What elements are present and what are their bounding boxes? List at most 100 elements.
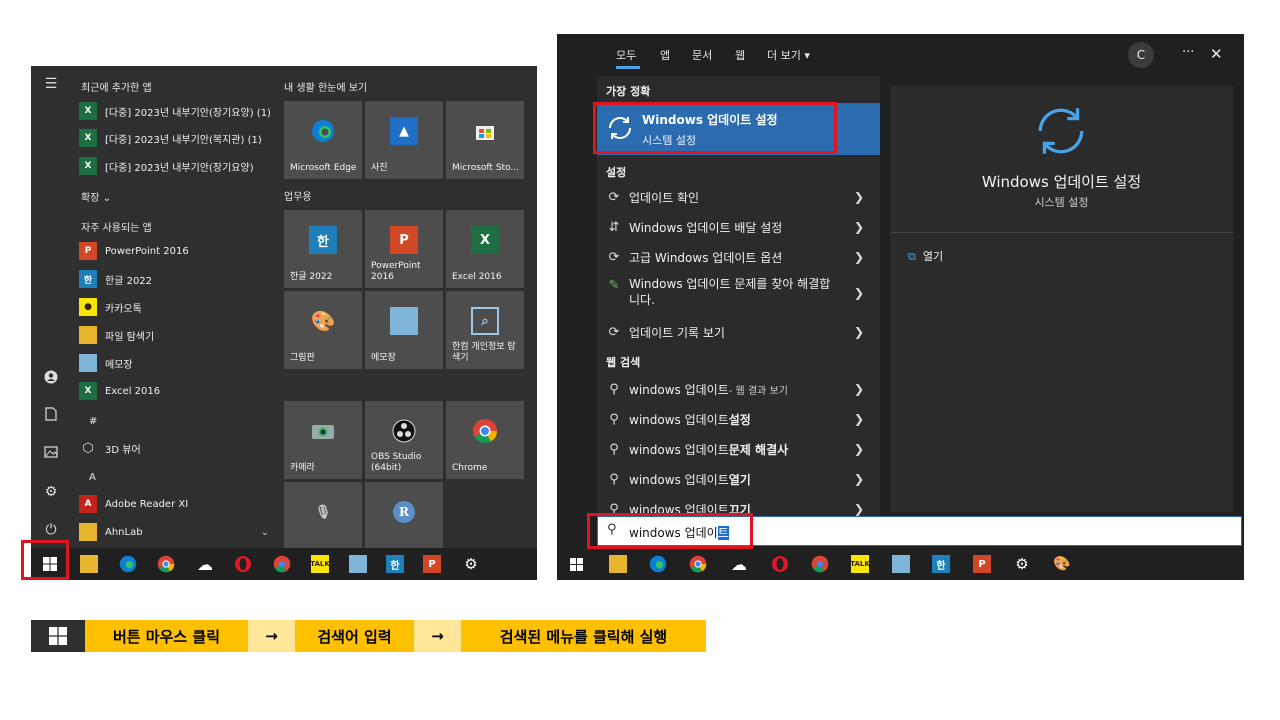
powerpoint-icon: P [390,226,418,254]
chevron-right-icon: ❯ [853,442,864,456]
tile-group-header: 내 생활 한눈에 보기 [284,83,368,94]
troubleshoot-icon: ✎ [608,278,620,293]
web-result[interactable]: ⚲ windows 업데이트 - 웹 결과 보기 ❯ [597,374,880,404]
app-notepad[interactable]: 메모장 [79,351,269,375]
settings-icon[interactable]: ⚙ [462,555,480,573]
document-icon[interactable] [41,407,61,427]
notepad-icon [79,354,97,372]
edge-icon[interactable] [649,555,667,573]
setting-advanced[interactable]: ⟳ 고급 Windows 업데이트 옵션 ❯ [597,242,880,272]
setting-delivery[interactable]: ⇵ Windows 업데이트 배달 설정 ❯ [597,212,880,242]
user-icon[interactable] [41,370,61,390]
setting-history[interactable]: ⟳ 업데이트 기록 보기 ❯ [597,317,880,347]
more-options-button[interactable]: ··· [1182,45,1194,60]
notepad-icon[interactable] [892,555,910,573]
refresh-icon: ⟳ [608,249,620,265]
app-adobe[interactable]: A Adobe Reader XI [79,492,269,516]
tile-paint[interactable]: 🎨 그림판 [284,291,362,369]
settings-icon[interactable]: ⚙ [1013,555,1031,573]
refresh-icon: ⟳ [608,324,620,340]
tab-documents[interactable]: 문서 [692,47,712,63]
chrome-alt-icon[interactable] [811,555,829,573]
recent-item[interactable]: X [다중] 2023년 내부기안(장기요양) [79,154,269,178]
search-tabs-bar: 모두 앱 문서 웹 더 보기 ▾ C ··· ✕ [597,34,1244,76]
hamburger-icon[interactable]: ☰ [41,74,61,94]
letter-hash[interactable]: # [89,416,97,427]
kakaotalk-icon[interactable]: TALK [850,555,870,573]
chevron-right-icon: ❯ [853,286,864,300]
kakaotalk-icon[interactable]: TALK [310,555,330,573]
open-action[interactable]: ⧉ 열기 [908,248,943,264]
r-icon: R [390,498,418,526]
setting-troubleshoot[interactable]: ✎ Windows 업데이트 문제를 찾아 해결합니다. ❯ [597,272,880,316]
caption-windows-icon [31,620,85,652]
tile-excel[interactable]: X Excel 2016 [446,210,524,288]
web-result[interactable]: ⚲ windows 업데이트 설정 ❯ [597,404,880,434]
tile-photos[interactable]: ▲ 사진 [365,101,443,179]
paint-icon[interactable]: 🎨 [1053,555,1071,573]
tile-edge[interactable]: Microsoft Edge [284,101,362,179]
notepad-icon[interactable] [349,555,367,573]
avatar[interactable]: C [1128,42,1154,68]
setting-check-updates[interactable]: ⟳ 업데이트 확인 ❯ [597,182,880,212]
app-3d-viewer[interactable]: ⬡ 3D 뷰어 [79,436,269,460]
excel-icon: X [79,102,97,120]
recent-item[interactable]: X [다중] 2023년 내부기안(장기요양) (1) [79,99,271,123]
hangul-icon[interactable]: 한 [386,555,404,573]
folder-icon[interactable] [80,555,98,573]
windows-start-icon[interactable] [567,555,585,573]
expand-button[interactable]: 확장 ⌄ [81,189,111,204]
web-result[interactable]: ⚲ windows 업데이트 열기 ❯ [597,464,880,494]
close-button[interactable]: ✕ [1210,45,1223,63]
chrome-alt-icon[interactable] [273,555,291,573]
hangul-icon[interactable]: 한 [932,555,950,573]
powerpoint-icon[interactable]: P [423,555,441,573]
tile-store[interactable]: Microsoft Sto... [446,101,524,179]
settings-icon[interactable]: ⚙ [41,482,61,502]
store-icon [471,117,499,145]
edge-icon[interactable] [119,555,137,573]
chevron-right-icon: ❯ [853,502,864,516]
app-excel[interactable]: X Excel 2016 [79,379,269,403]
powerpoint-icon[interactable]: P [973,555,991,573]
chevron-right-icon: ❯ [853,472,864,486]
opera-icon[interactable] [234,555,252,573]
app-powerpoint[interactable]: P PowerPoint 2016 [79,239,269,263]
app-kakaotalk[interactable]: ● 카카오톡 [79,295,269,319]
chevron-right-icon: ❯ [853,250,864,264]
tile-chrome[interactable]: Chrome [446,401,524,479]
excel-icon: X [79,157,97,175]
powerpoint-icon: P [79,242,97,260]
opera-icon[interactable] [771,555,789,573]
photos-icon: ▲ [390,117,418,145]
tab-more[interactable]: 더 보기 ▾ [767,47,810,63]
folder-icon[interactable] [609,555,627,573]
power-icon[interactable]: ⏻ [41,520,61,540]
cube-icon: ⬡ [82,440,94,456]
chevron-down-icon: ⌄ [260,526,269,538]
app-hangul[interactable]: 한 한글 2022 [79,267,269,291]
tab-web[interactable]: 웹 [735,47,745,63]
tile-privacy-scanner[interactable]: ⌕ 한컴 개인정보 탐색기 [446,291,524,369]
chrome-icon[interactable] [157,555,175,573]
pictures-icon[interactable] [41,444,61,464]
caption-step-1: 버튼 마우스 클릭 [85,620,248,652]
tile-obs[interactable]: OBS Studio (64bit) [365,401,443,479]
tile-powerpoint[interactable]: P PowerPoint 2016 [365,210,443,288]
tab-all[interactable]: 모두 [616,47,636,63]
tile-camera[interactable]: 카메라 [284,401,362,479]
recent-item[interactable]: X [다중] 2023년 내부기안(복지관) (1) [79,126,269,150]
web-result[interactable]: ⚲ windows 업데이트 문제 해결사 ❯ [597,434,880,464]
letter-a[interactable]: A [89,472,96,483]
tab-apps[interactable]: 앱 [660,47,670,63]
svg-text:R: R [399,505,410,519]
cloud-icon[interactable]: ☁ [196,555,214,574]
app-ahnlab[interactable]: AhnLab ⌄ [79,520,269,544]
search-icon: ⚲ [609,381,619,397]
tile-hangul[interactable]: 한 한글 2022 [284,210,362,288]
tile-notepad[interactable]: 메모장 [365,291,443,369]
chrome-icon[interactable] [689,555,707,573]
cloud-icon[interactable]: ☁ [730,555,748,574]
app-explorer[interactable]: 파일 탐색기 [79,323,269,347]
search-icon: ⚲ [609,441,619,457]
